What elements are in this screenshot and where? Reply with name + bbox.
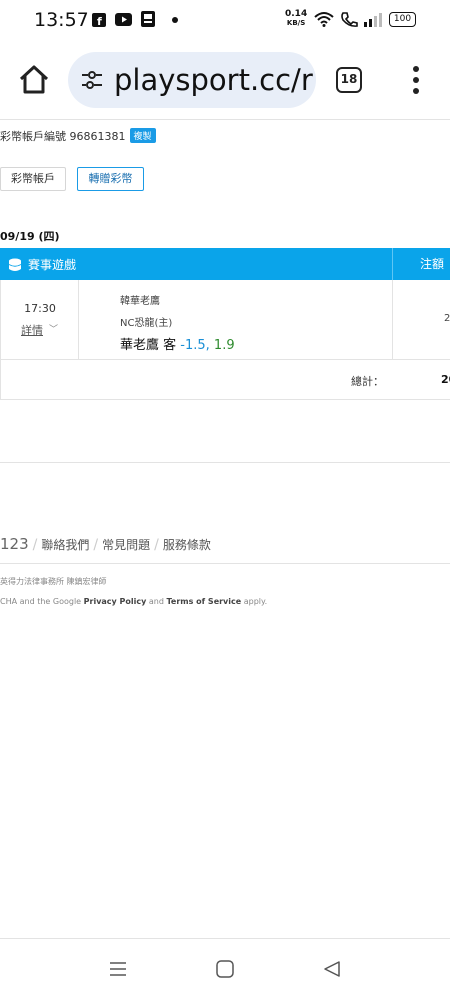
- divider: [0, 563, 450, 564]
- battery-indicator: 100: [389, 12, 416, 27]
- bet-amount: 2: [444, 313, 450, 324]
- footer-link-terms[interactable]: 服務條款: [163, 538, 211, 552]
- signal-icon: [364, 13, 382, 27]
- copy-button[interactable]: 複製: [129, 128, 156, 143]
- table-row: 17:30 詳情 ﹀ 韓華老鷹 NC恐龍(主) 華老鷹 客 -1.5, 1.9 …: [0, 280, 450, 360]
- network-speed-unit: KB/S: [286, 19, 306, 27]
- account-number: 彩幣帳戶編號 96861381 複製: [0, 128, 156, 144]
- wifi-icon: [314, 12, 334, 27]
- privacy-policy-link[interactable]: Privacy Policy: [84, 597, 147, 606]
- total-value: 20: [441, 373, 450, 386]
- call-icon: [341, 12, 358, 27]
- footer-links: 123/聯絡我們 / 常見問題 / 服務條款: [0, 535, 211, 553]
- divider: /: [93, 537, 99, 553]
- match-time-cell: 17:30 詳情 ﹀: [1, 280, 79, 359]
- divider: /: [32, 537, 38, 553]
- site-settings-icon[interactable]: [80, 68, 104, 92]
- status-time: 13:57: [34, 9, 89, 31]
- captcha-prefix: CHA and the Google: [0, 597, 82, 606]
- network-speed: 0.14 KB/S: [285, 10, 307, 28]
- url-text[interactable]: playsport.cc/r: [114, 63, 313, 97]
- facebook-icon: f: [92, 13, 106, 27]
- transfer-coins-button[interactable]: 轉贈彩幣: [77, 167, 144, 191]
- match-time: 17:30: [24, 302, 56, 315]
- captcha-and: and: [148, 597, 164, 606]
- notification-dot-icon: [172, 17, 178, 23]
- bet-date: 09/19 (四): [0, 230, 60, 243]
- terms-of-service-link[interactable]: Terms of Service: [167, 597, 242, 606]
- table-header: 賽事遊戲 注額: [0, 248, 450, 280]
- recent-apps-icon[interactable]: [108, 959, 128, 979]
- bet-pick: 華老鷹 客 -1.5, 1.9: [120, 334, 235, 353]
- law-firm-text: 英得力法律事務所 陳鎮宏律師: [0, 577, 107, 586]
- system-nav-bar: [0, 938, 450, 1000]
- home-icon[interactable]: [16, 62, 52, 98]
- footer-link-faq[interactable]: 常見問題: [102, 538, 150, 552]
- footer-link-contact[interactable]: 聯絡我們: [41, 538, 89, 552]
- app-icon: [141, 11, 155, 27]
- divider: [0, 462, 450, 463]
- home-nav-icon[interactable]: [215, 959, 235, 979]
- chevron-down-icon[interactable]: ﹀: [49, 322, 58, 335]
- status-bar: 13:57 f 0.14 KB/S 100: [0, 0, 450, 40]
- total-row: 總計： 20: [0, 360, 450, 400]
- svg-text:f: f: [97, 15, 102, 27]
- header-game: 賽事遊戲: [8, 256, 76, 273]
- coin-account-button[interactable]: 彩幣帳戶: [0, 167, 66, 191]
- header-amount: 注額: [392, 248, 444, 280]
- browser-toolbar: playsport.cc/r 18: [0, 40, 450, 120]
- away-team: 韓華老鷹: [120, 296, 160, 307]
- account-number-label: 彩幣帳戶編號 96861381: [0, 130, 126, 143]
- captcha-apply: apply.: [243, 597, 268, 606]
- detail-link[interactable]: 詳情: [21, 322, 43, 338]
- address-bar[interactable]: playsport.cc/r: [68, 52, 316, 108]
- recaptcha-notice: CHA and the Google Privacy Policy and Te…: [0, 597, 267, 606]
- pick-handicap: -1.5,: [180, 338, 210, 353]
- tab-switcher-button[interactable]: 18: [336, 67, 362, 93]
- amount-cell: 2: [392, 280, 450, 359]
- back-icon[interactable]: [322, 959, 342, 979]
- divider: /: [154, 537, 159, 553]
- footer-number: 123: [0, 535, 29, 553]
- database-icon: [8, 258, 22, 271]
- pick-team: 華老鷹 客: [120, 338, 177, 353]
- network-speed-value: 0.14: [285, 9, 308, 19]
- more-menu-icon[interactable]: [406, 64, 426, 96]
- header-game-label: 賽事遊戲: [28, 258, 77, 272]
- home-team: NC恐龍(主): [120, 318, 173, 329]
- youtube-icon: [115, 13, 132, 26]
- total-label: 總計：: [351, 375, 384, 388]
- pick-odds: 1.9: [213, 338, 235, 353]
